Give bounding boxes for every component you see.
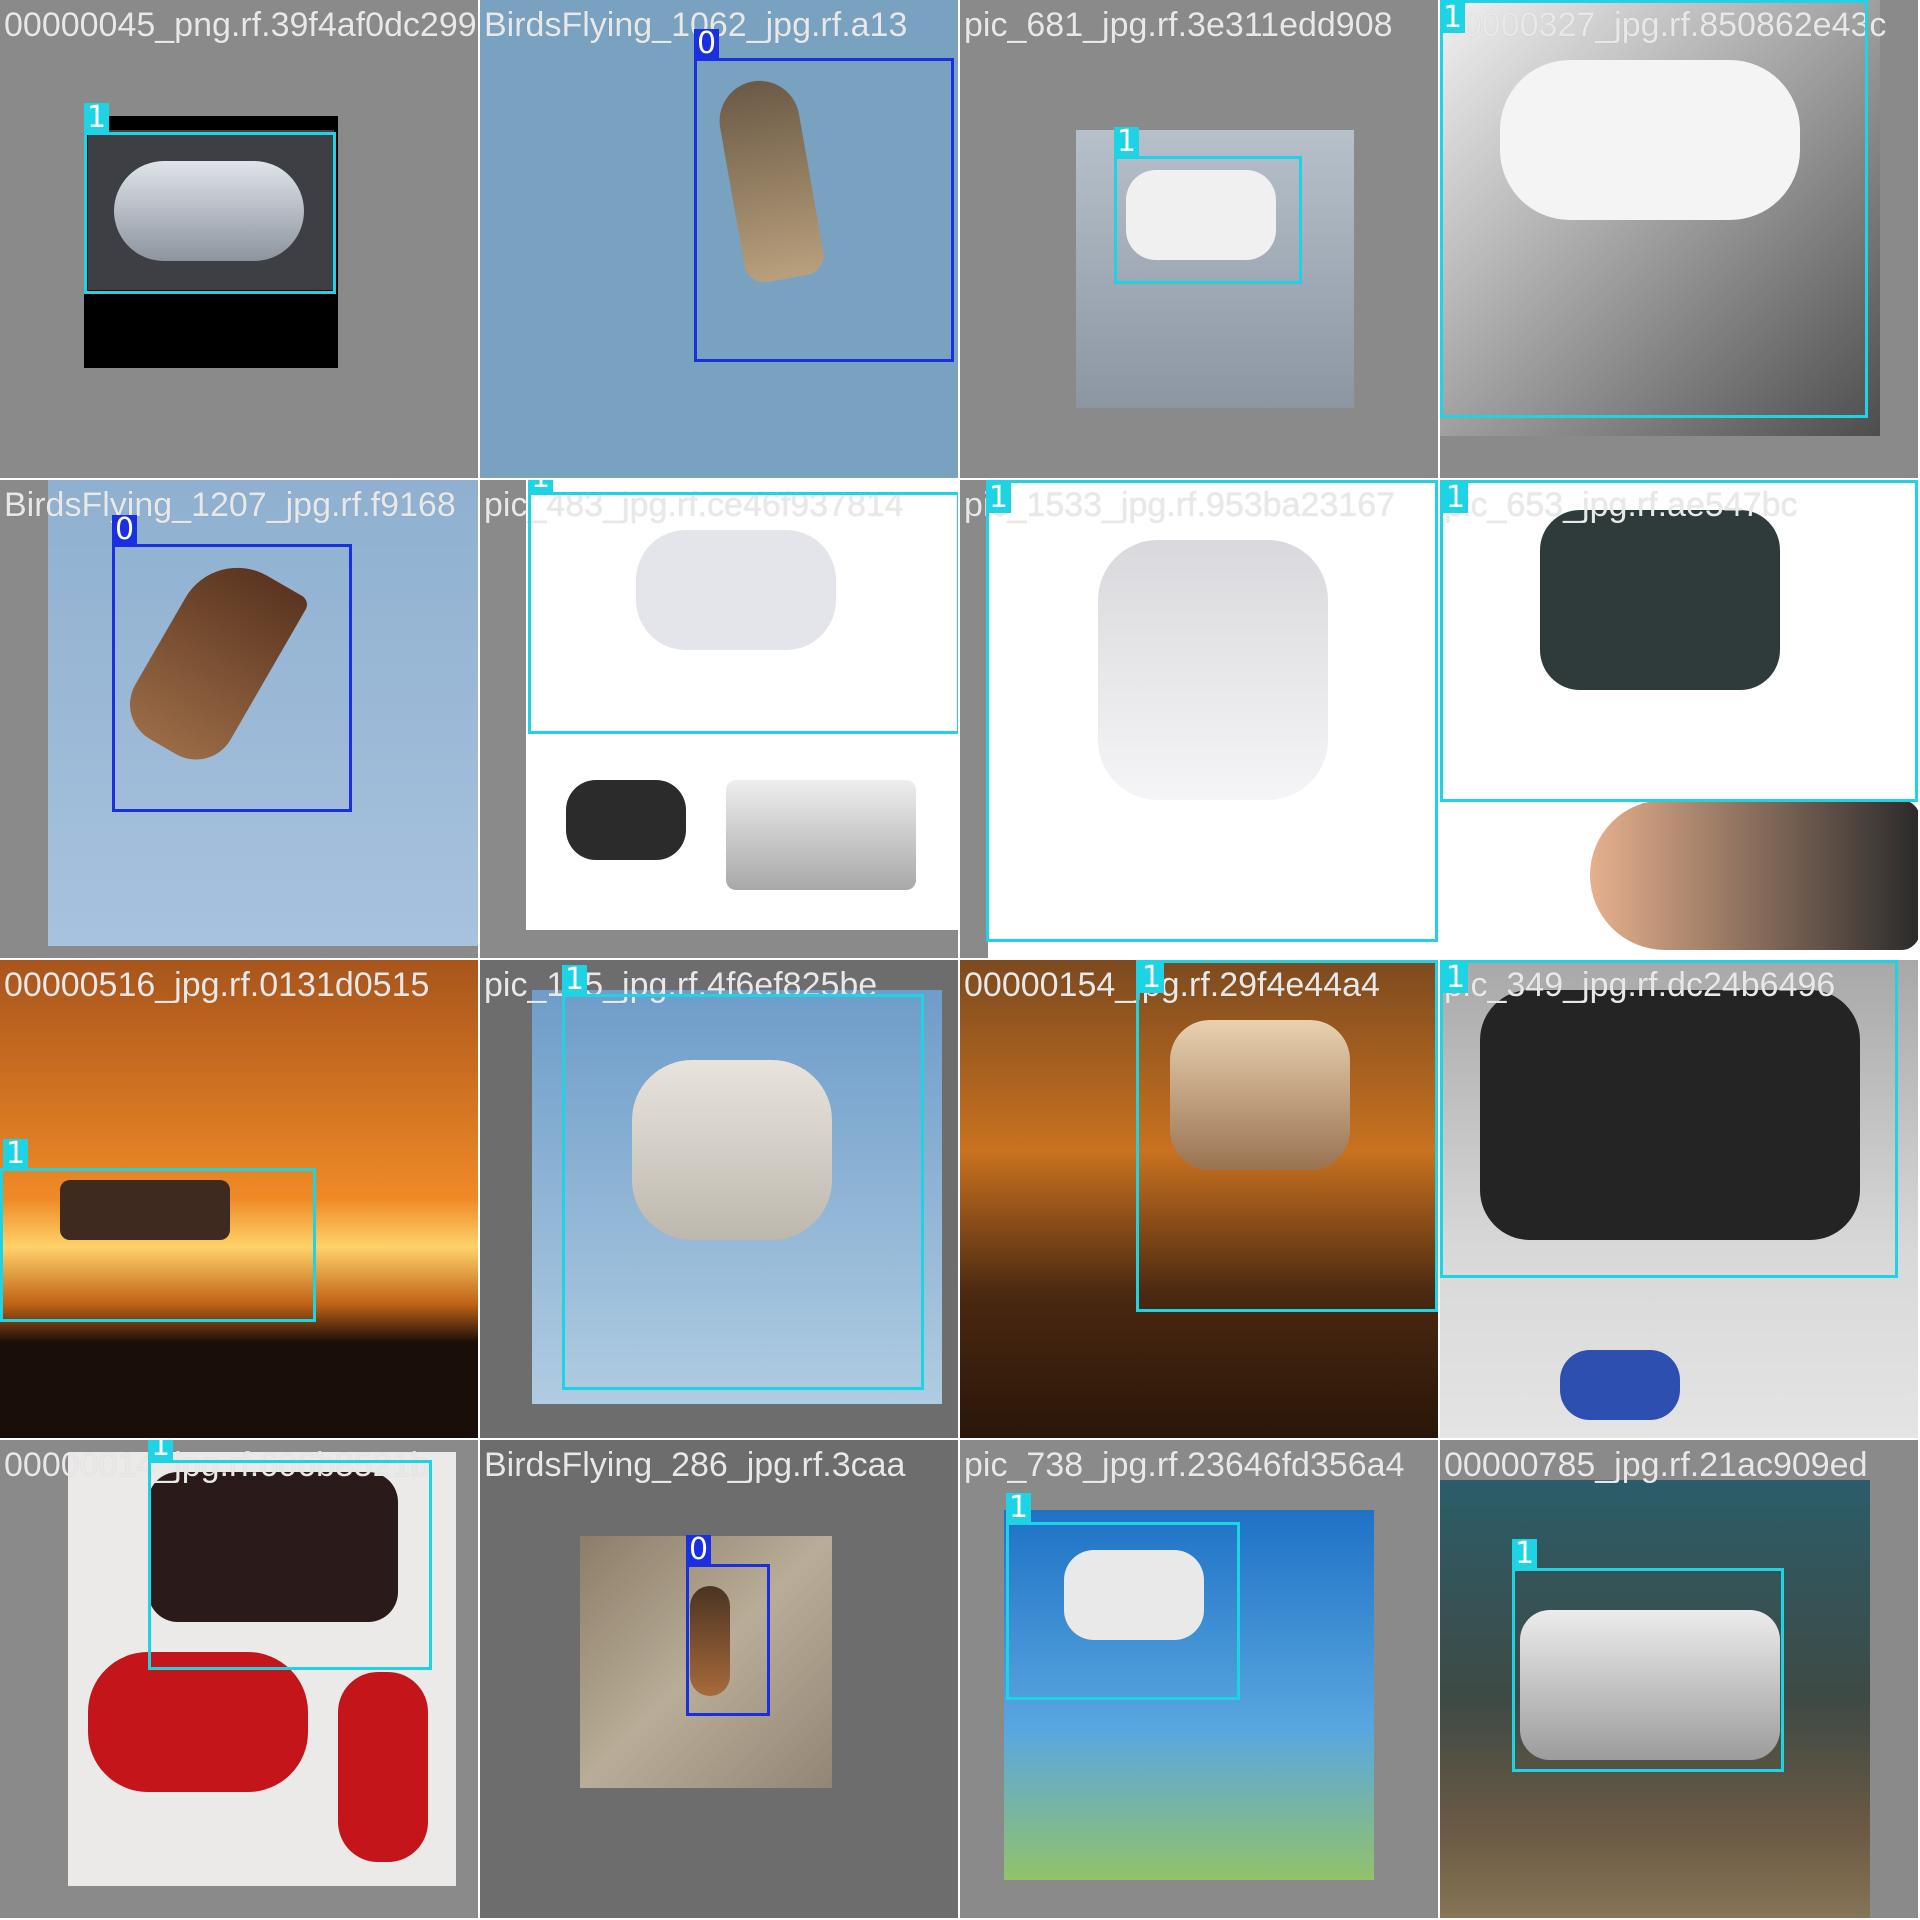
bbox-label: 1 — [1443, 483, 1469, 513]
tile-filename: pic_738_jpg.rf.23646fd356a4 — [964, 1446, 1405, 1484]
bbox-class-1: 1 — [84, 103, 336, 294]
bbox-label: 1 — [1440, 3, 1466, 33]
tile-filename: pic_681_jpg.rf.3e311edd908 — [964, 6, 1393, 44]
tile-filename: 00000045_png.rf.39f4af0dc2999b4911fb51c0… — [4, 6, 478, 44]
bbox-class-1: 1 — [0, 1139, 316, 1322]
mosaic-tile[interactable]: pic_1533_jpg.rf.953ba23167 1 — [960, 480, 1438, 958]
bbox-class-0: 0 — [112, 515, 352, 812]
bbox-class-1: 1 — [1440, 960, 1898, 1278]
controller-shape — [566, 780, 686, 860]
bbox-class-1: 1 — [986, 480, 1438, 942]
mosaic-tile[interactable]: pic_653_jpg.rf.ae547bc 1 — [1440, 480, 1918, 958]
tile-filename: 00000785_jpg.rf.21ac909ed — [1444, 1446, 1868, 1484]
mosaic-tile[interactable]: BirdsFlying_286_jpg.rf.3caa 0 — [480, 1440, 958, 1918]
bbox-label: 0 — [112, 515, 138, 545]
bbox-label: 1 — [528, 480, 554, 493]
bbox-class-1: 1 — [1114, 127, 1302, 284]
mosaic-tile[interactable]: 00000327_jpg.rf.850862e43c 1 — [1440, 0, 1918, 478]
bbox-label: 1 — [986, 483, 1012, 513]
mosaic-tile[interactable]: 00000785_jpg.rf.21ac909ed 1 — [1440, 1440, 1918, 1918]
bbox-class-0: 0 — [694, 29, 954, 362]
bbox-label: 0 — [686, 1535, 712, 1565]
bbox-label: 1 — [1443, 963, 1469, 993]
drone-shape — [88, 1652, 308, 1792]
mosaic-tile[interactable]: pic_483_jpg.rf.ce46f937814 1 — [480, 480, 958, 958]
tile-filename: BirdsFlying_1207_jpg.rf.f9168 — [4, 486, 456, 524]
mosaic-tile[interactable]: pic_738_jpg.rf.23646fd356a4 1 — [960, 1440, 1438, 1918]
bbox-class-1: 1 — [528, 480, 958, 734]
mosaic-tile[interactable]: BirdsFlying_1207_jpg.rf.f9168 0 — [0, 480, 478, 958]
bbox-label: 1 — [1512, 1539, 1538, 1569]
mosaic-tile[interactable]: pic_681_jpg.rf.3e311edd908 1 — [960, 0, 1438, 478]
bbox-label: 1 — [1139, 963, 1165, 993]
bbox-class-1: 1 — [1006, 1493, 1240, 1700]
mosaic-tile[interactable]: pic_349_jpg.rf.dc24b6496 1 — [1440, 960, 1918, 1438]
bbox-class-1: 1 — [148, 1440, 432, 1670]
bbox-label: 1 — [148, 1440, 174, 1461]
mosaic-tile[interactable]: 00000014_jpg.rf.606b8521b 1 — [0, 1440, 478, 1918]
drone-shape — [1560, 1350, 1680, 1420]
mosaic-tile[interactable]: 00000154_jpg.rf.29f4e44a4 1 — [960, 960, 1438, 1438]
bbox-label: 1 — [1114, 127, 1140, 157]
bbox-class-1: 1 — [1440, 480, 1918, 802]
bbox-label: 1 — [84, 103, 110, 133]
mosaic-tile[interactable]: BirdsFlying_1062_jpg.rf.a13 0 — [480, 0, 958, 478]
bbox-class-1: 1 — [1136, 960, 1438, 1312]
tile-filename: 00000516_jpg.rf.0131d0515 — [4, 966, 430, 1004]
tile-filename: BirdsFlying_286_jpg.rf.3caa — [484, 1446, 906, 1484]
mosaic-tile[interactable]: pic_175_jpg.rf.4f6ef825be 1 — [480, 960, 958, 1438]
bbox-class-1: 1 — [1440, 0, 1868, 418]
bbox-class-0: 0 — [686, 1535, 770, 1716]
bbox-class-1: 1 — [562, 965, 924, 1390]
bbox-label: 1 — [1006, 1493, 1032, 1523]
mosaic-tile[interactable]: 00000516_jpg.rf.0131d0515 1 — [0, 960, 478, 1438]
bbox-label: 1 — [3, 1139, 29, 1169]
mosaic-tile[interactable]: 00000045_png.rf.39f4af0dc2999b4911fb51c0… — [0, 0, 478, 478]
mosaic-grid: 00000045_png.rf.39f4af0dc2999b4911fb51c0… — [0, 0, 1920, 1920]
case-shape — [726, 780, 916, 890]
bbox-label: 1 — [562, 965, 588, 995]
bbox-label: 0 — [694, 29, 720, 59]
hand-shape — [1590, 800, 1918, 950]
drone-shape — [338, 1672, 428, 1862]
bbox-class-1: 1 — [1512, 1539, 1784, 1772]
